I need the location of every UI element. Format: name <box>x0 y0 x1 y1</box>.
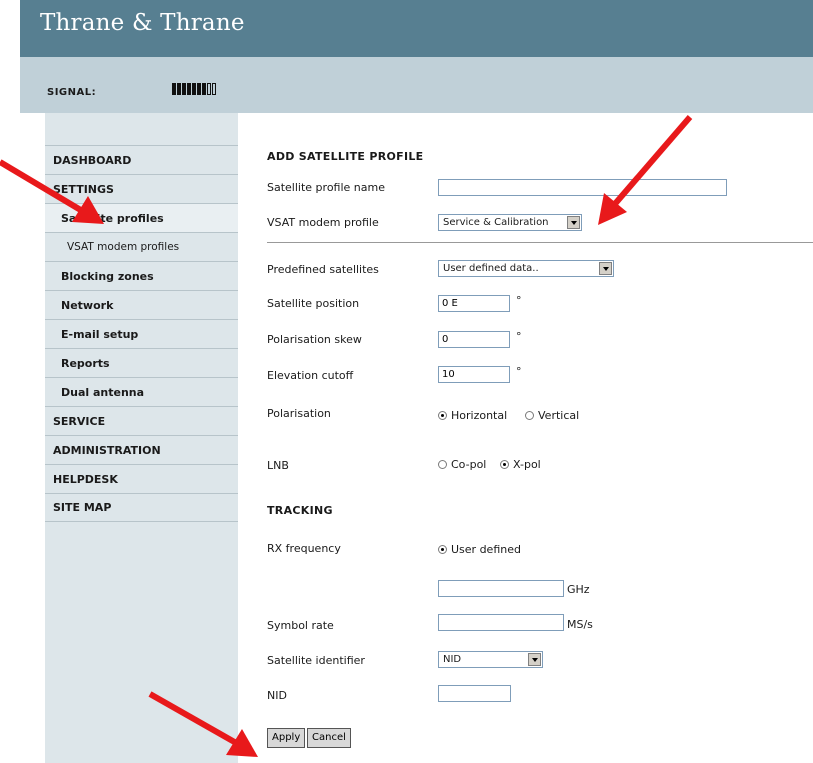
sidebar: DASHBOARD SETTINGS Satellite profiles VS… <box>45 113 238 763</box>
form-title: ADD SATELLITE PROFILE <box>267 150 424 163</box>
nid-label: NID <box>267 689 287 702</box>
predefined-select[interactable]: User defined data.. <box>438 260 614 277</box>
user-defined-label: User defined <box>451 543 521 556</box>
modem-profile-label: VSAT modem profile <box>267 216 379 229</box>
radio-co-pol[interactable]: Co-pol <box>438 458 486 471</box>
radio-unchecked-icon <box>438 460 447 469</box>
signal-segment <box>177 83 181 95</box>
signal-segment <box>207 83 211 95</box>
nav-settings[interactable]: SETTINGS <box>45 174 238 203</box>
header-bar: Thrane & Thrane <box>20 0 813 57</box>
nav-satellite-profiles[interactable]: Satellite profiles <box>45 203 238 232</box>
nav-reports[interactable]: Reports <box>45 348 238 377</box>
signal-segment <box>187 83 191 95</box>
modem-profile-select[interactable]: Service & Calibration <box>438 214 582 231</box>
radio-checked-icon <box>438 545 447 554</box>
skew-label: Polarisation skew <box>267 333 362 346</box>
signal-meter <box>172 83 216 95</box>
nav-email-setup[interactable]: E-mail setup <box>45 319 238 348</box>
position-unit: ° <box>516 294 522 307</box>
radio-x-pol[interactable]: X-pol <box>500 458 541 471</box>
logo: Thrane & Thrane <box>40 10 245 36</box>
cancel-button[interactable]: Cancel <box>307 728 351 748</box>
polarisation-label: Polarisation <box>267 407 331 420</box>
x-pol-label: X-pol <box>513 458 541 471</box>
symbol-rate-unit: MS/s <box>567 618 593 631</box>
radio-checked-icon <box>500 460 509 469</box>
symbol-rate-input[interactable] <box>438 614 564 631</box>
radio-user-defined[interactable]: User defined <box>438 543 521 556</box>
rx-frequency-label: RX frequency <box>267 542 341 555</box>
identifier-value: NID <box>443 654 462 665</box>
identifier-label: Satellite identifier <box>267 654 365 667</box>
vertical-label: Vertical <box>538 409 580 422</box>
profile-name-input[interactable] <box>438 179 727 196</box>
predefined-label: Predefined satellites <box>267 263 379 276</box>
tracking-title: TRACKING <box>267 504 333 517</box>
position-label: Satellite position <box>267 297 360 310</box>
signal-segment <box>212 83 216 95</box>
nav-site-map[interactable]: SITE MAP <box>45 493 238 522</box>
rx-frequency-unit: GHz <box>567 583 590 596</box>
skew-input[interactable] <box>438 331 510 348</box>
nav-dual-antenna[interactable]: Dual antenna <box>45 377 238 406</box>
skew-unit: ° <box>516 330 522 343</box>
nav-administration[interactable]: ADMINISTRATION <box>45 435 238 464</box>
elevation-label: Elevation cutoff <box>267 369 354 382</box>
signal-segment <box>197 83 201 95</box>
nav-vsat-modem-profiles[interactable]: VSAT modem profiles <box>45 232 238 261</box>
modem-profile-value: Service & Calibration <box>443 217 549 228</box>
nav-dashboard[interactable]: DASHBOARD <box>45 145 238 174</box>
signal-segment <box>192 83 196 95</box>
identifier-select[interactable]: NID <box>438 651 543 668</box>
profile-name-label: Satellite profile name <box>267 181 385 194</box>
signal-label: SIGNAL: <box>47 87 97 98</box>
nav-network[interactable]: Network <box>45 290 238 319</box>
position-input[interactable] <box>438 295 510 312</box>
horizontal-label: Horizontal <box>451 409 508 422</box>
nav-service[interactable]: SERVICE <box>45 406 238 435</box>
radio-horizontal[interactable]: Horizontal <box>438 409 507 422</box>
lnb-label: LNB <box>267 459 289 472</box>
main-content: ADD SATELLITE PROFILE Satellite profile … <box>238 113 813 763</box>
chevron-down-icon <box>599 262 612 275</box>
nid-input[interactable] <box>438 685 511 702</box>
nav-blocking-zones[interactable]: Blocking zones <box>45 261 238 290</box>
section-divider <box>267 242 813 243</box>
elevation-input[interactable] <box>438 366 510 383</box>
apply-button[interactable]: Apply <box>267 728 306 748</box>
elevation-unit: ° <box>516 365 522 378</box>
symbol-rate-label: Symbol rate <box>267 619 334 632</box>
rx-frequency-input[interactable] <box>438 580 564 597</box>
nav-helpdesk[interactable]: HELPDESK <box>45 464 238 493</box>
signal-segment <box>202 83 206 95</box>
signal-segment <box>172 83 176 95</box>
signal-bar: SIGNAL: <box>20 57 813 113</box>
signal-segment <box>182 83 186 95</box>
predefined-value: User defined data.. <box>443 263 539 274</box>
sidebar-nav: DASHBOARD SETTINGS Satellite profiles VS… <box>45 145 238 522</box>
chevron-down-icon <box>567 216 580 229</box>
radio-unchecked-icon <box>525 411 534 420</box>
co-pol-label: Co-pol <box>451 458 487 471</box>
radio-vertical[interactable]: Vertical <box>525 409 579 422</box>
chevron-down-icon <box>528 653 541 666</box>
radio-checked-icon <box>438 411 447 420</box>
